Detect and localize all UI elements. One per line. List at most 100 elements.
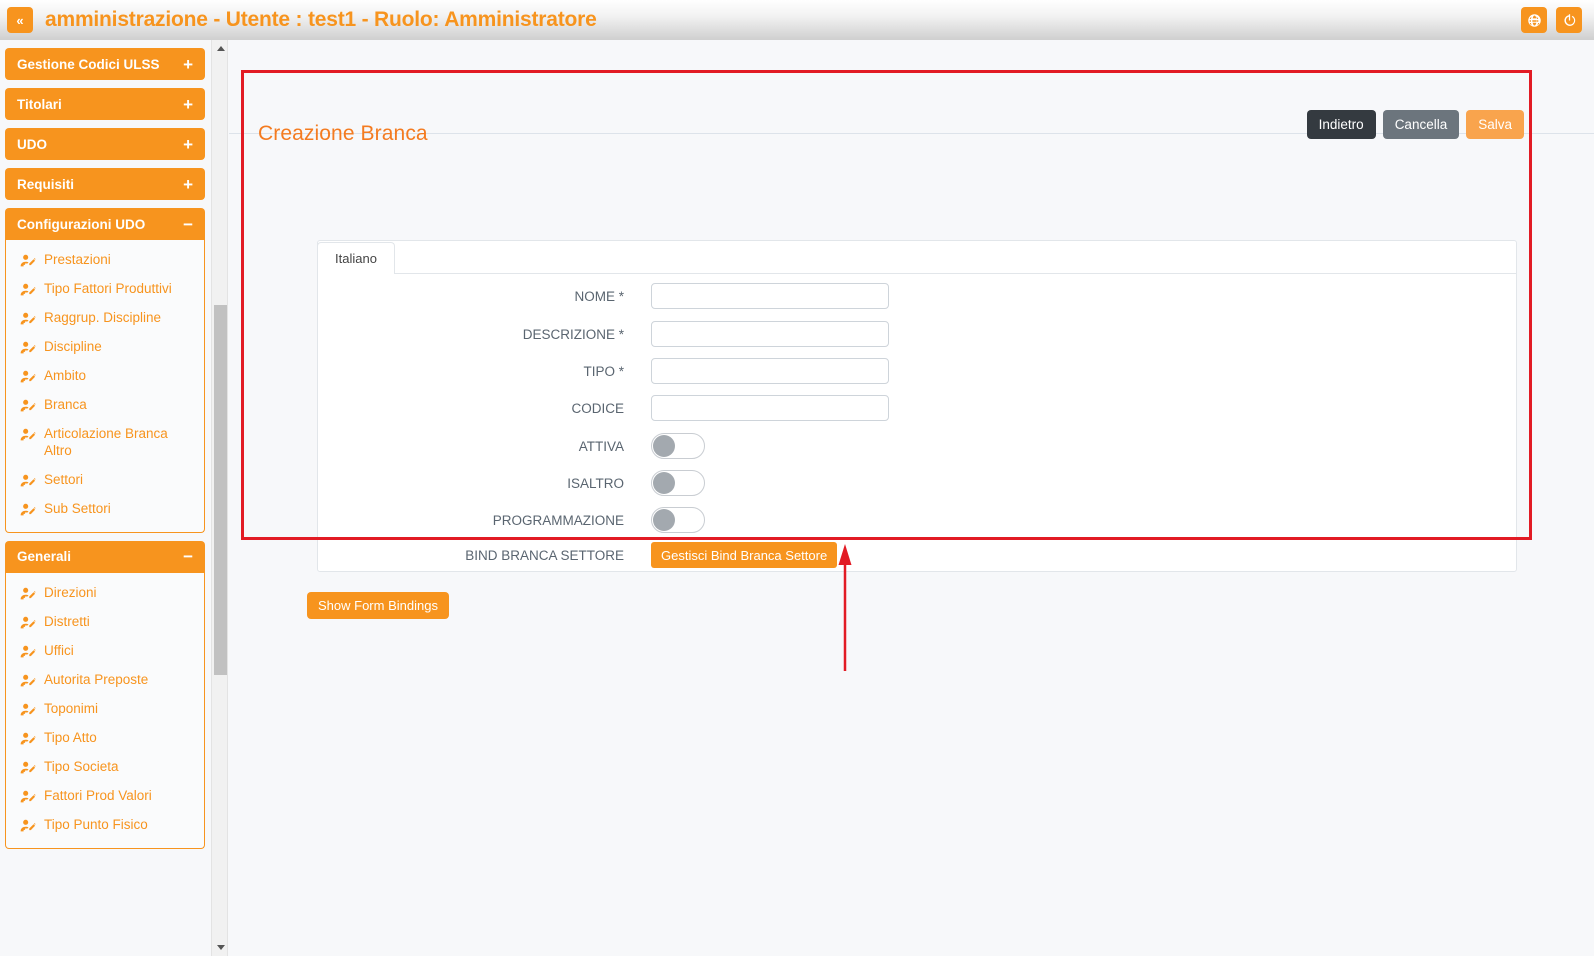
form-row: NOME * (318, 283, 1148, 309)
user-edit-icon (20, 340, 36, 356)
sidebar-item-label: Autorita Preposte (44, 672, 148, 689)
toggle-knob (653, 509, 675, 531)
sidebar-group-body: Prestazioni Tipo Fattori Produttivi Raggru… (5, 240, 205, 533)
user-edit-icon (20, 369, 36, 385)
sidebar-group-header[interactable]: Generali − (5, 541, 205, 573)
page-title: amministrazione - Utente : test1 - Ruolo… (45, 8, 597, 32)
topbar-actions (1521, 7, 1594, 33)
sidebar-group-header[interactable]: Gestione Codici ULSS + (5, 48, 205, 80)
descrizione-input[interactable] (651, 321, 889, 347)
sidebar-item-label: Raggrup. Discipline (44, 310, 161, 327)
tipo-input[interactable] (651, 358, 889, 384)
sidebar-group-header[interactable]: Titolari + (5, 88, 205, 120)
field-label: BIND BRANCA SETTORE (318, 548, 651, 563)
sidebar-item-tipo-punto-fisico[interactable]: Tipo Punto Fisico (6, 811, 204, 840)
logout-button[interactable] (1556, 7, 1582, 33)
sidebar-item-tipo-societa[interactable]: Tipo Societa (6, 753, 204, 782)
sidebar-group-label: Configurazioni UDO (17, 217, 145, 232)
user-edit-icon (20, 760, 36, 776)
sidebar-group-configurazioni-udo: Configurazioni UDO − Prestazioni Tipo Fat… (5, 208, 205, 533)
programmazione-toggle[interactable] (651, 507, 705, 533)
toggle-knob (653, 435, 675, 457)
expand-plus-icon: + (183, 96, 193, 113)
sidebar-group-generali: Generali − Direzioni Distretti Uffici Autor… (5, 541, 205, 849)
sidebar-item-label: Tipo Atto (44, 730, 97, 747)
gestisci-bind-branca-settore-button[interactable]: Gestisci Bind Branca Settore (651, 542, 837, 568)
sidebar-item-label: Branca (44, 397, 87, 414)
sidebar-group-header[interactable]: UDO + (5, 128, 205, 160)
sidebar-item-fattori-prod-valori[interactable]: Fattori Prod Valori (6, 782, 204, 811)
codice-input[interactable] (651, 395, 889, 421)
sidebar-item-distretti[interactable]: Distretti (6, 608, 204, 637)
sidebar-item-sub-settori[interactable]: Sub Settori (6, 495, 204, 524)
sidebar-item-tipo-atto[interactable]: Tipo Atto (6, 724, 204, 753)
isaltro-toggle[interactable] (651, 470, 705, 496)
form-row: ATTIVA (318, 433, 1148, 459)
collapse-minus-icon: − (183, 548, 193, 565)
power-icon (1562, 13, 1577, 28)
expand-plus-icon: + (183, 136, 193, 153)
user-edit-icon (20, 253, 36, 269)
sidebar-group-label: Generali (17, 549, 71, 564)
sidebar-group-header[interactable]: Configurazioni UDO − (5, 208, 205, 240)
sidebar-item-direzioni[interactable]: Direzioni (6, 579, 204, 608)
user-edit-icon (20, 789, 36, 805)
show-form-bindings-button[interactable]: Show Form Bindings (307, 592, 449, 619)
user-edit-icon (20, 502, 36, 518)
triangle-up-icon (217, 46, 225, 51)
scroll-up-button[interactable] (212, 40, 229, 57)
language-button[interactable] (1521, 7, 1547, 33)
field-label: PROGRAMMAZIONE (318, 513, 651, 528)
sidebar-item-uffici[interactable]: Uffici (6, 637, 204, 666)
sidebar-item-branca[interactable]: Branca (6, 391, 204, 420)
sidebar-item-label: Discipline (44, 339, 102, 356)
sidebar-item-settori[interactable]: Settori (6, 466, 204, 495)
sidebar-item-discipline[interactable]: Discipline (6, 333, 204, 362)
scroll-down-button[interactable] (212, 939, 229, 956)
panel-title: Creazione Branca (258, 122, 428, 146)
sidebar-scrollbar[interactable] (211, 40, 228, 956)
sidebar-item-ambito[interactable]: Ambito (6, 362, 204, 391)
save-button[interactable]: Salva (1466, 110, 1524, 139)
creazione-branca-panel: Creazione Branca Indietro Cancella Salva… (241, 70, 1532, 540)
sidebar-item-label: Tipo Fattori Produttivi (44, 281, 172, 298)
sidebar-group-label: Requisiti (17, 177, 74, 192)
form-row: ISALTRO (318, 470, 1148, 496)
back-button[interactable]: Indietro (1307, 110, 1376, 139)
sidebar-item-label: Settori (44, 472, 83, 489)
sidebar-item-label: Direzioni (44, 585, 97, 602)
user-edit-icon (20, 615, 36, 631)
user-edit-icon (20, 702, 36, 718)
scrollbar-thumb[interactable] (214, 305, 227, 675)
top-bar: « amministrazione - Utente : test1 - Ruo… (0, 0, 1594, 40)
field-label: ISALTRO (318, 476, 651, 491)
tab-italiano[interactable]: Italiano (317, 242, 395, 274)
sidebar-item-label: Prestazioni (44, 252, 111, 269)
sidebar-item-autorita-preposte[interactable]: Autorita Preposte (6, 666, 204, 695)
sidebar-item-label: Uffici (44, 643, 74, 660)
sidebar-item-prestazioni[interactable]: Prestazioni (6, 246, 204, 275)
sidebar-group-label: Titolari (17, 97, 62, 112)
sidebar: Gestione Codici ULSS + Titolari + UDO + … (0, 40, 210, 956)
language-tab-strip (317, 242, 1517, 274)
sidebar-group-header[interactable]: Requisiti + (5, 168, 205, 200)
sidebar-item-toponimi[interactable]: Toponimi (6, 695, 204, 724)
sidebar-item-tipo-fattori-produttivi[interactable]: Tipo Fattori Produttivi (6, 275, 204, 304)
cancel-button[interactable]: Cancella (1383, 110, 1460, 139)
sidebar-collapse-button[interactable]: « (7, 7, 33, 33)
sidebar-item-articolazione-branca-altro[interactable]: Articolazione Branca Altro (6, 420, 204, 466)
field-label: TIPO * (318, 364, 651, 379)
sidebar-item-label: Articolazione Branca Altro (44, 426, 194, 460)
sidebar-item-label: Fattori Prod Valori (44, 788, 152, 805)
sidebar-item-label: Sub Settori (44, 501, 111, 518)
sidebar-item-raggrup-discipline[interactable]: Raggrup. Discipline (6, 304, 204, 333)
attiva-toggle[interactable] (651, 433, 705, 459)
expand-plus-icon: + (183, 176, 193, 193)
user-edit-icon (20, 398, 36, 414)
sidebar-group-gestione-codici-ulss: Gestione Codici ULSS + (5, 48, 205, 80)
triangle-down-icon (217, 945, 225, 950)
field-label: NOME * (318, 289, 651, 304)
nome-input[interactable] (651, 283, 889, 309)
sidebar-item-label: Distretti (44, 614, 90, 631)
form-row: PROGRAMMAZIONE (318, 507, 1148, 533)
